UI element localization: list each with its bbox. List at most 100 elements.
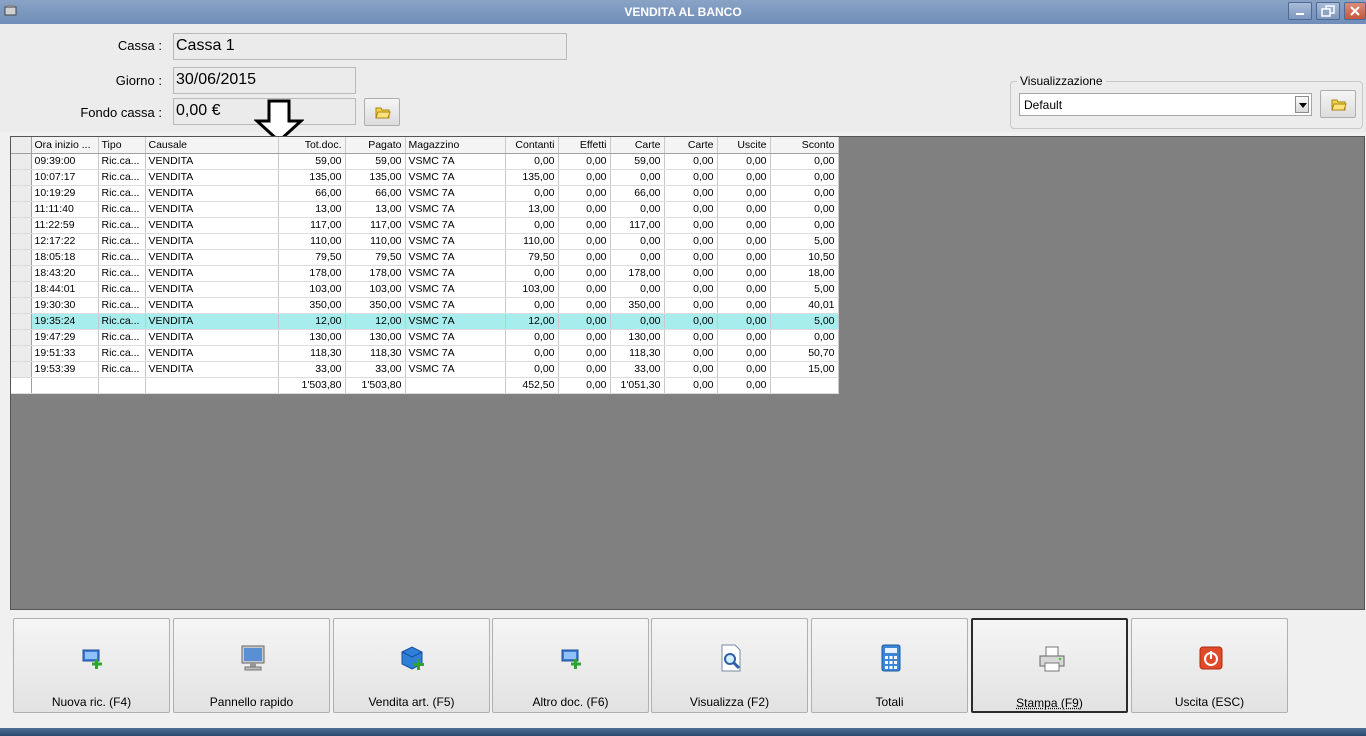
table-cell: VENDITA [145,233,279,250]
fondo-cassa-folder-button[interactable] [364,98,400,126]
sales-table: Ora inizio ... Tipo Causale Tot.doc. Pag… [11,137,839,394]
row-selector[interactable] [11,313,32,330]
total-cell [770,377,839,394]
column-header[interactable]: Uscite [717,137,771,154]
column-header[interactable]: Carte [664,137,718,154]
pannello-rapido-button[interactable]: Pannello rapido [173,618,330,713]
table-row[interactable]: 09:39:00 Ric.ca... VENDITA 59,00 59,00 VSMC 7… [11,153,839,170]
row-selector[interactable] [11,169,32,186]
table-cell: 09:39:00 [31,153,99,170]
row-selector[interactable] [11,233,32,250]
visualizzazione-folder-button[interactable] [1320,90,1356,118]
uscita-button[interactable]: Uscita (ESC) [1131,618,1288,713]
column-header[interactable]: Contanti [505,137,559,154]
visualizzazione-select[interactable]: Default [1019,93,1312,116]
column-header[interactable]: Pagato [345,137,406,154]
column-header[interactable]: Tot.doc. [278,137,346,154]
column-header[interactable]: Carte [610,137,665,154]
table-row[interactable]: 18:43:20 Ric.ca... VENDITA 178,00 178,00 VSMC… [11,265,839,282]
table-cell: 18:05:18 [31,249,99,266]
restore-button[interactable] [1316,2,1340,20]
row-selector[interactable] [11,345,32,362]
totali-button[interactable]: Totali [811,618,968,713]
row-selector[interactable] [11,249,32,266]
table-cell: Ric.ca... [98,313,146,330]
table-cell: 0,00 [558,345,611,362]
table-cell: VENDITA [145,345,279,362]
column-header[interactable]: Ora inizio ... [31,137,99,154]
row-selector[interactable] [11,201,32,218]
table-row[interactable]: 11:11:40 Ric.ca... VENDITA 13,00 13,00 VSMC 7… [11,201,839,218]
table-row[interactable]: 19:51:33 Ric.ca... VENDITA 118,30 118,30 VSMC… [11,345,839,362]
table-cell: Ric.ca... [98,345,146,362]
table-cell: 118,30 [278,345,346,362]
table-cell: VENDITA [145,249,279,266]
visualizza-button[interactable]: Visualizza (F2) [651,618,808,713]
table-cell: 0,00 [610,169,665,186]
nuova-ric-button[interactable]: Nuova ric. (F4) [13,618,170,713]
table-cell: 19:30:30 [31,297,99,314]
total-cell [98,377,146,394]
table-row[interactable]: 18:05:18 Ric.ca... VENDITA 79,50 79,50 VSMC 7… [11,249,839,266]
table-cell: 0,00 [610,233,665,250]
table-cell: 0,00 [558,233,611,250]
table-cell: 350,00 [610,297,665,314]
row-selector[interactable] [11,297,32,314]
table-row[interactable]: 10:19:29 Ric.ca... VENDITA 66,00 66,00 VSMC 7… [11,185,839,202]
stampa-button[interactable]: Stampa (F9) [971,618,1128,713]
table-cell: 0,00 [610,249,665,266]
vendita-art-button[interactable]: Vendita art. (F5) [333,618,490,713]
row-selector[interactable] [11,281,32,298]
table-cell: 0,00 [664,361,718,378]
table-row[interactable]: 19:30:30 Ric.ca... VENDITA 350,00 350,00 VSMC… [11,297,839,314]
table-cell: 0,00 [717,329,771,346]
table-cell: 5,00 [770,281,839,298]
row-selector[interactable] [11,185,32,202]
table-cell: 117,00 [345,217,406,234]
table-cell: 18:43:20 [31,265,99,282]
chevron-down-icon[interactable] [1295,96,1309,113]
column-header[interactable]: Magazzino [405,137,506,154]
table-cell: 0,00 [717,249,771,266]
giorno-field[interactable]: 30/06/2015 [173,67,356,94]
table-cell: 0,00 [558,361,611,378]
table-cell: VSMC 7A [405,233,506,250]
table-cell: 135,00 [278,169,346,186]
row-selector[interactable] [11,265,32,282]
table-row[interactable]: 19:47:29 Ric.ca... VENDITA 130,00 130,00 VSMC… [11,329,839,346]
row-selector[interactable] [11,329,32,346]
cassa-field[interactable]: Cassa 1 [173,33,567,60]
table-cell: 0,00 [558,201,611,218]
table-cell: 0,00 [505,297,559,314]
table-cell: 0,00 [505,153,559,170]
table-row[interactable]: 12:17:22 Ric.ca... VENDITA 110,00 110,00 VSMC… [11,233,839,250]
table-cell: 12:17:22 [31,233,99,250]
row-selector[interactable] [11,377,32,394]
table-cell: 19:53:39 [31,361,99,378]
table-row[interactable]: 19:35:24 Ric.ca... VENDITA 12,00 12,00 VSMC 7… [11,313,839,330]
row-selector[interactable] [11,153,32,170]
table-row[interactable]: 11:22:59 Ric.ca... VENDITA 117,00 117,00 VSMC… [11,217,839,234]
altro-doc-button[interactable]: Altro doc. (F6) [492,618,649,713]
row-selector[interactable] [11,361,32,378]
close-button[interactable] [1344,2,1366,20]
table-row[interactable]: 19:53:39 Ric.ca... VENDITA 33,00 33,00 VSMC 7… [11,361,839,378]
table-cell: VSMC 7A [405,265,506,282]
button-label: Altro doc. (F6) [532,695,609,709]
column-header[interactable]: Tipo [98,137,146,154]
table-cell: 13,00 [505,201,559,218]
minimize-button[interactable] [1288,2,1312,20]
table-cell: 178,00 [610,265,665,282]
table-row[interactable]: 18:44:01 Ric.ca... VENDITA 103,00 103,00 VSMC… [11,281,839,298]
column-header[interactable]: Sconto [770,137,839,154]
column-header[interactable]: Effetti [558,137,611,154]
table-cell: 130,00 [345,329,406,346]
column-header[interactable]: Causale [145,137,279,154]
table-cell: 135,00 [505,169,559,186]
table-cell: VENDITA [145,153,279,170]
table-cell: VENDITA [145,281,279,298]
row-selector[interactable] [11,217,32,234]
folder-icon [375,107,391,119]
table-row[interactable]: 10:07:17 Ric.ca... VENDITA 135,00 135,00 VSMC… [11,169,839,186]
table-cell: 130,00 [278,329,346,346]
